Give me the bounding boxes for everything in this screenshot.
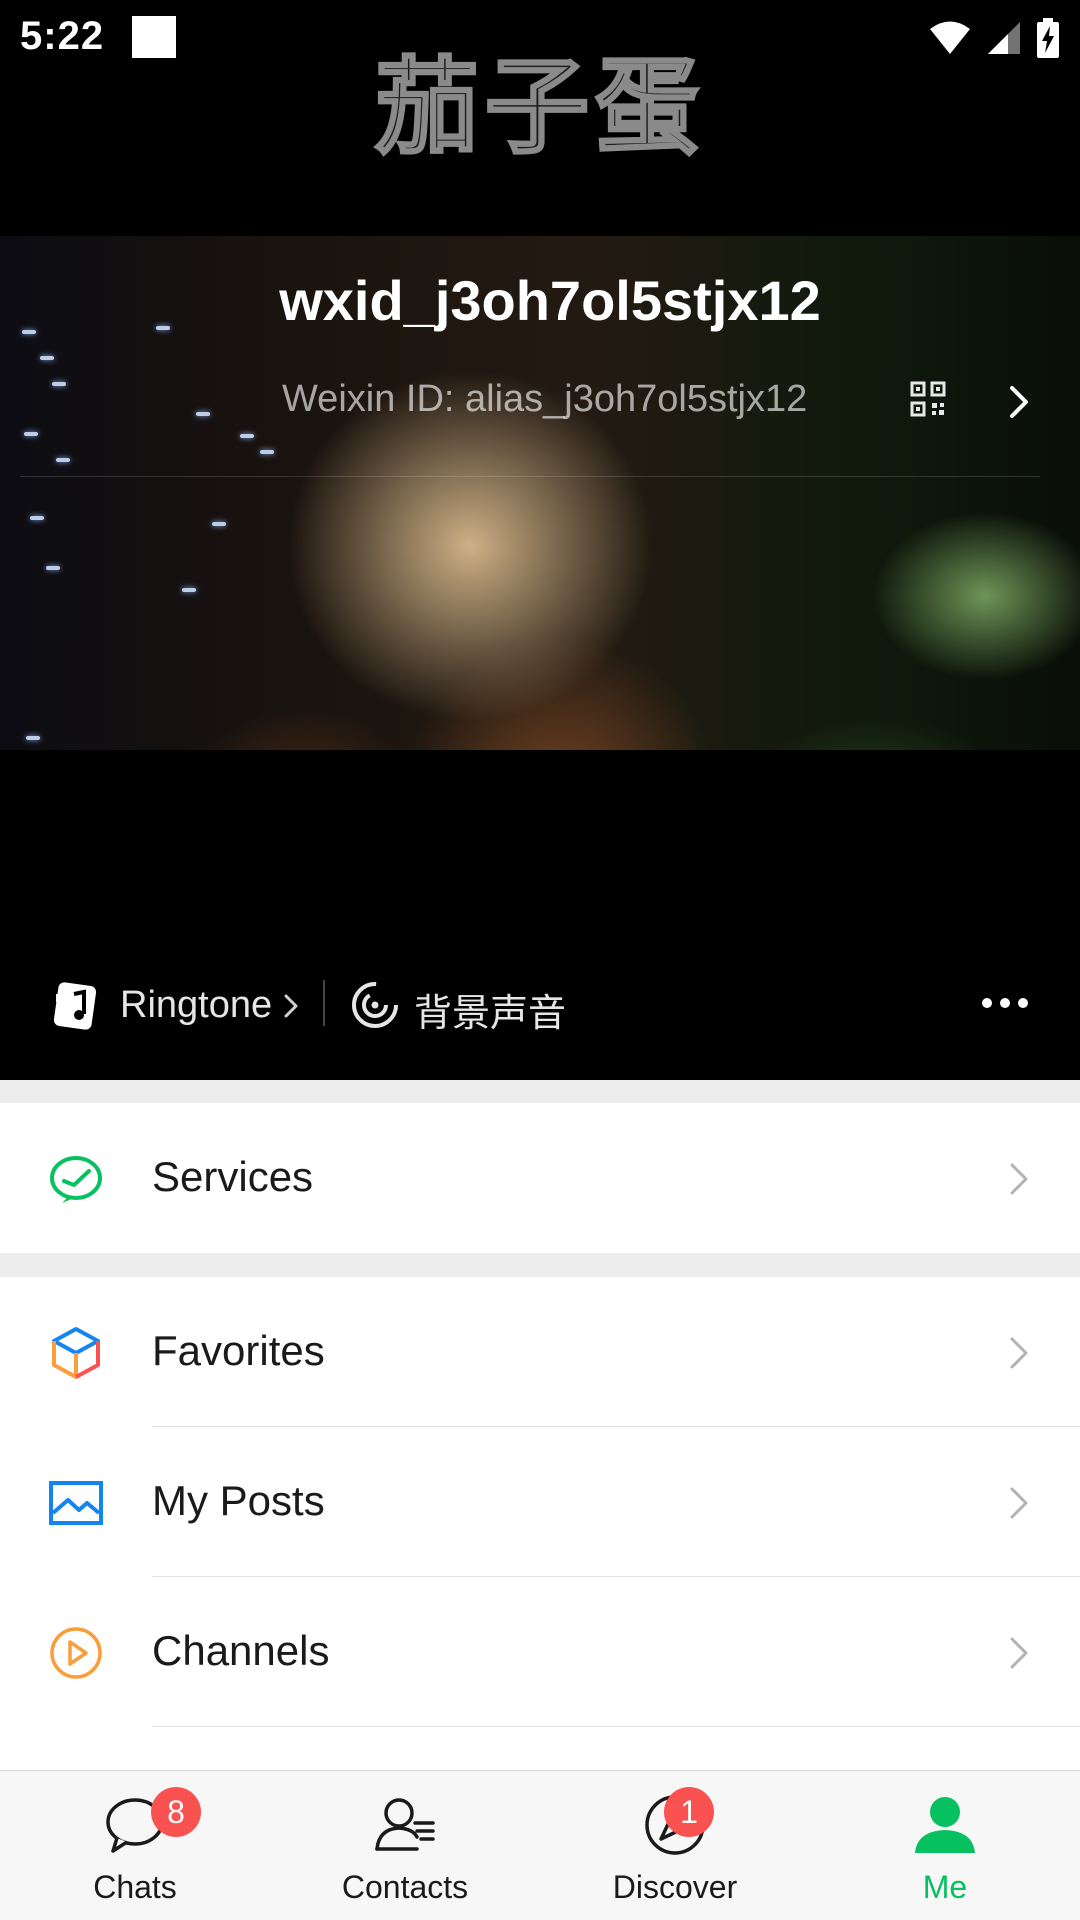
chats-badge: 8 xyxy=(151,1787,201,1837)
menu-label-channels: Channels xyxy=(152,1627,330,1674)
ringtone-icon[interactable] xyxy=(48,980,100,1032)
ringtone-label[interactable]: Ringtone xyxy=(120,984,272,1027)
menu-label-my-posts: My Posts xyxy=(152,1477,325,1524)
status-row: Ringtone 背景声音 xyxy=(0,968,1080,1038)
favorites-cube-icon xyxy=(52,1327,100,1379)
notification-square-icon xyxy=(132,16,176,58)
menu-item-channels[interactable]: Channels xyxy=(0,1577,1080,1727)
battery-charging-icon xyxy=(1037,18,1059,58)
profile-name[interactable]: wxid_j3oh7ol5stjx12 xyxy=(0,268,1080,333)
tab-label-contacts: Contacts xyxy=(341,1869,469,1905)
status-row-separator xyxy=(323,980,325,1026)
profile-header: 茄子蛋 5:22 wxid_j3oh7ol5stjx12 Weixin ID: … xyxy=(0,0,1080,1080)
chevron-right-icon[interactable] xyxy=(1004,382,1034,422)
chevron-right-icon xyxy=(1010,1487,1028,1519)
tab-contacts[interactable]: Contacts xyxy=(270,1771,540,1920)
menu-label-services: Services xyxy=(152,1153,314,1200)
header-divider xyxy=(20,476,1040,477)
tab-chats[interactable]: 8 Chats xyxy=(0,1771,270,1920)
services-icon xyxy=(50,1156,102,1203)
tab-label-chats: Chats xyxy=(93,1869,177,1905)
ringtone-chevron-icon[interactable] xyxy=(282,992,300,1020)
channels-play-icon xyxy=(50,1627,102,1679)
weixin-id[interactable]: Weixin ID: alias_j3oh7ol5stjx12 xyxy=(282,378,807,421)
tab-discover[interactable]: 1 Discover xyxy=(540,1771,810,1920)
tab-me[interactable]: Me xyxy=(810,1771,1080,1920)
status-time: 5:22 xyxy=(20,14,105,58)
status-bar: 5:22 xyxy=(0,0,1080,76)
services-section: Services xyxy=(0,1103,1080,1253)
menu-item-my-posts[interactable]: My Posts xyxy=(0,1427,1080,1577)
chevron-right-icon xyxy=(1010,1163,1028,1195)
menu-item-favorites[interactable]: Favorites xyxy=(0,1277,1080,1427)
photo-album-icon xyxy=(49,1481,103,1525)
tab-label-discover: Discover xyxy=(612,1869,738,1905)
chevron-right-icon xyxy=(1010,1337,1028,1369)
status-icons xyxy=(928,16,1060,60)
discover-badge: 1 xyxy=(664,1787,714,1837)
cellular-signal-icon xyxy=(988,22,1020,54)
more-dots-icon[interactable] xyxy=(980,996,1030,1010)
contacts-icon xyxy=(375,1798,435,1851)
tab-label-me: Me xyxy=(922,1869,968,1905)
menu-label-favorites: Favorites xyxy=(152,1327,325,1374)
person-icon xyxy=(915,1797,975,1853)
bottom-tab-bar: 8 Chats Contacts 1 Discover Me xyxy=(0,1770,1080,1920)
background-sound-icon[interactable] xyxy=(350,980,400,1030)
background-sound-label[interactable]: 背景声音 xyxy=(414,982,566,1037)
qr-code-icon[interactable] xyxy=(910,381,946,417)
menu-item-services[interactable]: Services xyxy=(0,1103,1080,1253)
chevron-right-icon xyxy=(1010,1637,1028,1669)
wifi-icon xyxy=(930,21,970,54)
